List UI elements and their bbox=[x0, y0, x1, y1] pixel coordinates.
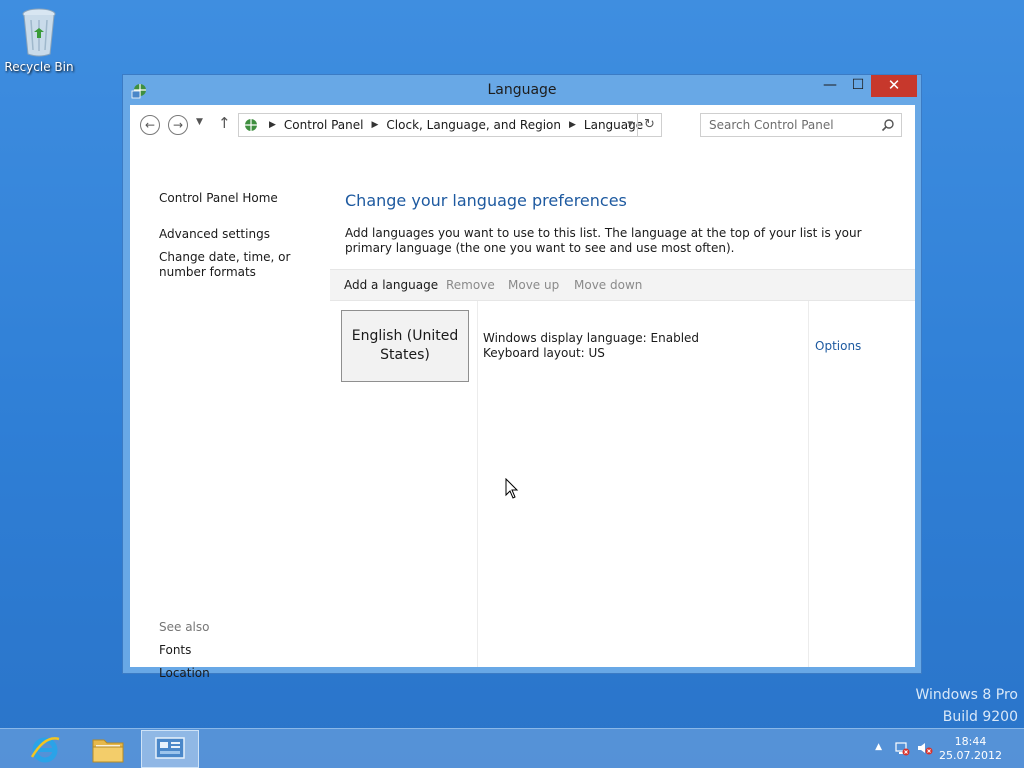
move-down-button[interactable]: Move down bbox=[574, 278, 642, 292]
recycle-bin-desktop-icon[interactable]: Recycle Bin bbox=[4, 4, 74, 74]
back-arrow-icon: ← bbox=[144, 118, 156, 132]
advanced-settings-link[interactable]: Advanced settings bbox=[159, 227, 270, 242]
move-up-button[interactable]: Move up bbox=[508, 278, 559, 292]
taskbar-clock[interactable]: 18:44 25.07.2012 bbox=[939, 735, 1002, 763]
control-panel-home-link[interactable]: Control Panel Home bbox=[159, 191, 278, 206]
search-placeholder: Search Control Panel bbox=[709, 118, 834, 132]
internet-explorer-icon bbox=[30, 737, 60, 763]
clock-date: 25.07.2012 bbox=[939, 749, 1002, 762]
forward-arrow-icon: → bbox=[172, 118, 184, 132]
mouse-cursor-icon bbox=[505, 478, 519, 499]
taskbar-file-explorer[interactable] bbox=[79, 730, 137, 768]
address-bar[interactable]: ▶ Control Panel ▶ Clock, Language, and R… bbox=[238, 113, 662, 137]
address-dropdown-icon[interactable]: ▾ bbox=[627, 117, 633, 130]
clock-time: 18:44 bbox=[954, 735, 987, 748]
chevron-down-icon: ▼ bbox=[196, 117, 203, 127]
volume-muted-icon[interactable] bbox=[916, 740, 934, 756]
window-client-area: ← → ▼ ↑ ▶ Control Panel ▶ Clock, Languag… bbox=[130, 105, 915, 680]
column-divider bbox=[477, 301, 478, 667]
taskbar-control-panel[interactable] bbox=[141, 730, 199, 768]
recent-locations-button[interactable]: ▼ bbox=[196, 117, 203, 127]
see-also-heading: See also bbox=[159, 620, 210, 634]
forward-button[interactable]: → bbox=[168, 115, 188, 135]
navigation-bar: ← → ▼ ↑ ▶ Control Panel ▶ Clock, Languag… bbox=[130, 105, 915, 145]
back-button[interactable]: ← bbox=[140, 115, 160, 135]
folder-icon bbox=[92, 739, 124, 763]
watermark-build: Build 9200 bbox=[942, 709, 1018, 725]
location-link[interactable]: Location bbox=[159, 666, 210, 681]
watermark-edition: Windows 8 Pro bbox=[915, 687, 1018, 703]
maximize-button[interactable]: ☐ bbox=[845, 75, 871, 97]
language-toolbar: Add a language Remove Move up Move down bbox=[330, 269, 915, 301]
search-box[interactable]: Search Control Panel bbox=[700, 113, 902, 137]
title-bar[interactable]: Language — ☐ ✕ bbox=[123, 75, 921, 105]
keyboard-layout-status: Keyboard layout: US bbox=[483, 346, 605, 360]
recycle-bin-label: Recycle Bin bbox=[4, 60, 74, 74]
remove-button[interactable]: Remove bbox=[446, 278, 495, 292]
page-description: Add languages you want to use to this li… bbox=[345, 226, 862, 255]
system-tray: ▲ 18:44 25.07.2012 bbox=[844, 729, 1024, 768]
windows-build-watermark: Windows 8 Pro Build 9200 bbox=[915, 684, 1018, 728]
minimize-button[interactable]: — bbox=[817, 75, 843, 97]
control-panel-icon bbox=[245, 119, 257, 131]
language-list: English (United States) Windows display … bbox=[330, 301, 915, 667]
show-hidden-icons-button[interactable]: ▲ bbox=[875, 742, 882, 752]
breadcrumb-clock-language-region[interactable]: Clock, Language, and Region bbox=[386, 118, 561, 132]
add-language-button[interactable]: Add a language bbox=[344, 278, 438, 292]
breadcrumb-separator-icon: ▶ bbox=[269, 120, 276, 130]
close-button[interactable]: ✕ bbox=[871, 75, 917, 97]
recycle-bin-icon bbox=[22, 8, 56, 57]
language-details: Windows display language: Enabled Keyboa… bbox=[483, 331, 699, 361]
display-language-status: Windows display language: Enabled bbox=[483, 331, 700, 345]
taskbar-internet-explorer[interactable] bbox=[16, 730, 74, 768]
network-disconnected-icon[interactable] bbox=[894, 740, 910, 756]
fonts-link[interactable]: Fonts bbox=[159, 643, 191, 658]
up-arrow-icon: ↑ bbox=[218, 114, 231, 132]
page-title: Change your language preferences bbox=[345, 191, 627, 210]
breadcrumb-control-panel[interactable]: Control Panel bbox=[284, 118, 364, 132]
language-tile-english-us[interactable]: English (United States) bbox=[341, 310, 469, 382]
column-divider bbox=[808, 301, 809, 667]
refresh-button[interactable]: ↻ bbox=[637, 114, 661, 136]
language-options-link[interactable]: Options bbox=[815, 339, 861, 353]
refresh-icon: ↻ bbox=[644, 117, 655, 132]
change-date-formats-link[interactable]: Change date, time, or number formats bbox=[159, 250, 327, 280]
left-pane bbox=[130, 145, 330, 667]
window-title: Language bbox=[487, 82, 557, 98]
up-button[interactable]: ↑ bbox=[218, 114, 231, 132]
breadcrumb-separator-icon: ▶ bbox=[371, 120, 379, 130]
language-window: Language — ☐ ✕ ← → ▼ ↑ ▶ Control Panel ▶… bbox=[122, 74, 922, 680]
control-panel-icon bbox=[155, 737, 185, 759]
breadcrumb-separator-icon: ▶ bbox=[568, 120, 576, 130]
search-icon[interactable] bbox=[881, 118, 895, 132]
taskbar: ▲ 18:44 25.07.2012 bbox=[0, 728, 1024, 768]
breadcrumb-language[interactable]: Language bbox=[584, 118, 643, 132]
